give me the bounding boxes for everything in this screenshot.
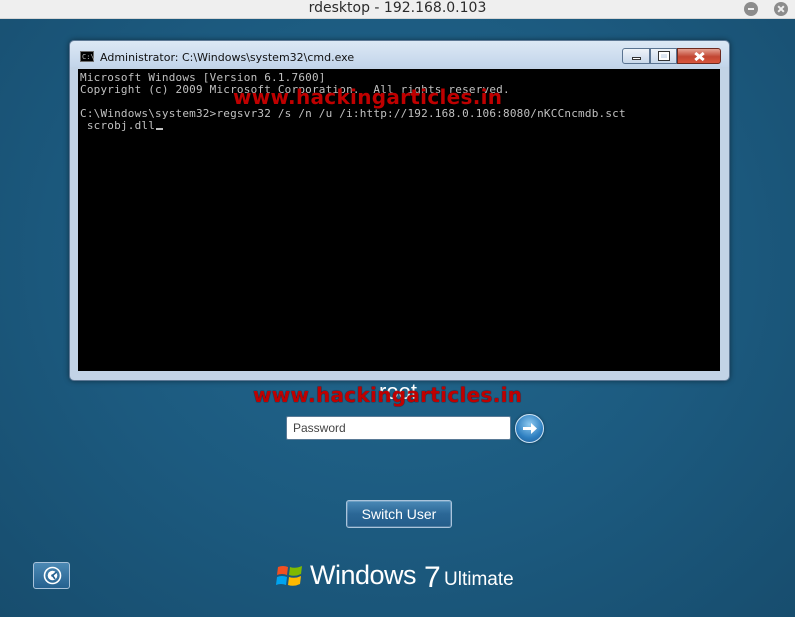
- cmd-app-icon: C:\: [80, 51, 95, 62]
- password-input[interactable]: [286, 416, 511, 440]
- switch-user-button[interactable]: Switch User: [346, 500, 452, 528]
- console-line-current: scrobj.dll: [80, 119, 164, 132]
- brand-version: 7: [424, 561, 441, 594]
- brand-edition: Ultimate: [444, 569, 514, 590]
- console-line: C:\Windows\system32>regsvr32 /s /n /u /i…: [80, 107, 626, 120]
- host-close-icon[interactable]: [774, 2, 788, 16]
- console-line-text: scrobj.dll: [80, 119, 156, 132]
- ease-of-access-button[interactable]: [33, 562, 70, 589]
- arrow-right-icon: [523, 423, 537, 434]
- ease-of-access-icon: [43, 566, 62, 585]
- cmd-maximize-button[interactable]: [650, 48, 677, 64]
- console-cursor: [156, 128, 164, 130]
- cmd-console[interactable]: Microsoft Windows [Version 6.1.7600] Cop…: [78, 69, 720, 371]
- windows-flag-icon: [276, 566, 302, 586]
- cmd-titlebar[interactable]: C:\ Administrator: C:\Windows\system32\c…: [70, 41, 729, 67]
- watermark-bottom: www.hackingarticles.in: [253, 383, 523, 407]
- brand-windows: Windows: [310, 560, 417, 590]
- watermark-top: www.hackingarticles.in: [233, 85, 503, 109]
- host-titlebar: rdesktop - 192.168.0.103: [0, 0, 795, 19]
- submit-arrow-button[interactable]: [515, 414, 544, 443]
- cmd-window-title: Administrator: C:\Windows\system32\cmd.e…: [100, 51, 355, 64]
- cmd-minimize-button[interactable]: [622, 48, 650, 64]
- host-window-title: rdesktop - 192.168.0.103: [308, 0, 487, 16]
- cmd-close-button[interactable]: [677, 48, 721, 64]
- host-minimize-icon[interactable]: [744, 2, 758, 16]
